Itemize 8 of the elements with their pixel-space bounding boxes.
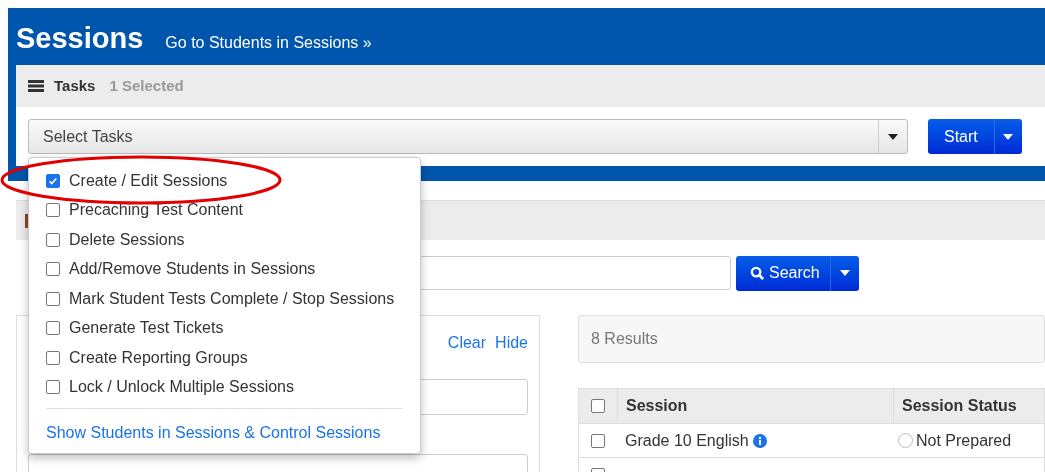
- tasks-title: Tasks: [54, 75, 96, 96]
- selected-count: 1 Selected: [109, 75, 184, 96]
- table-cell-text: Grade 10 English: [625, 430, 749, 451]
- results-count: 8 Results: [591, 329, 658, 349]
- column-header: Session: [617, 389, 893, 423]
- column-header: Session Status: [893, 389, 1044, 423]
- table-cell-text: Not Prepared: [916, 430, 1012, 451]
- page-title: Sessions: [16, 24, 144, 53]
